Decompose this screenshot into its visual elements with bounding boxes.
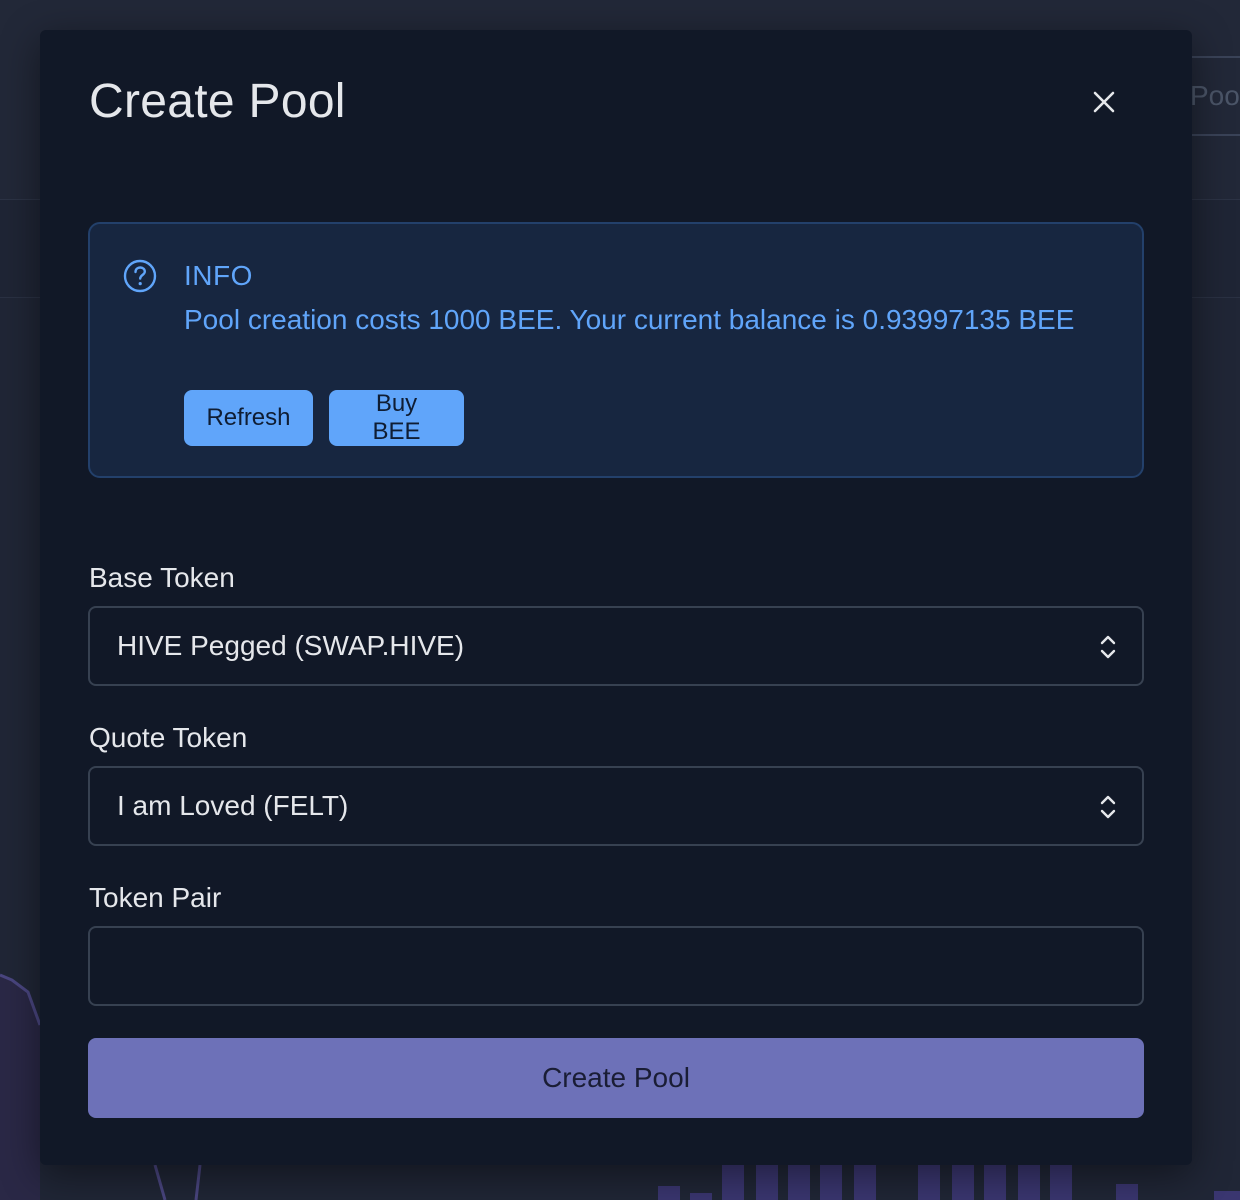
chevron-up-down-icon (1100, 635, 1116, 659)
info-alert: INFO Pool creation costs 1000 BEE. Your … (88, 222, 1144, 478)
info-message: Pool creation costs 1000 BEE. Your curre… (184, 304, 1075, 335)
create-pool-button[interactable]: Create Pool (88, 1038, 1144, 1118)
base-token-value: HIVE Pegged (SWAP.HIVE) (117, 630, 465, 661)
base-token-label: Base Token (89, 562, 235, 593)
create-pool-modal: Create Pool INFO Pool creation costs 100… (40, 30, 1192, 1165)
base-token-select[interactable]: HIVE Pegged (SWAP.HIVE) (88, 606, 1144, 686)
token-pair-input[interactable] (88, 926, 1144, 1006)
chevron-up-down-icon (1100, 795, 1116, 819)
close-icon (1093, 91, 1115, 113)
buy-bee-button[interactable]: Buy BEE (329, 390, 464, 446)
quote-token-value: I am Loved (FELT) (117, 790, 349, 821)
token-pair-label: Token Pair (89, 882, 222, 913)
modal-title: Create Pool (89, 75, 346, 128)
info-title: INFO (184, 260, 253, 291)
refresh-button[interactable]: Refresh (184, 390, 313, 446)
quote-token-label: Quote Token (89, 722, 248, 753)
question-circle-icon (123, 259, 157, 293)
quote-token-select[interactable]: I am Loved (FELT) (88, 766, 1144, 846)
close-button[interactable] (1086, 84, 1122, 120)
